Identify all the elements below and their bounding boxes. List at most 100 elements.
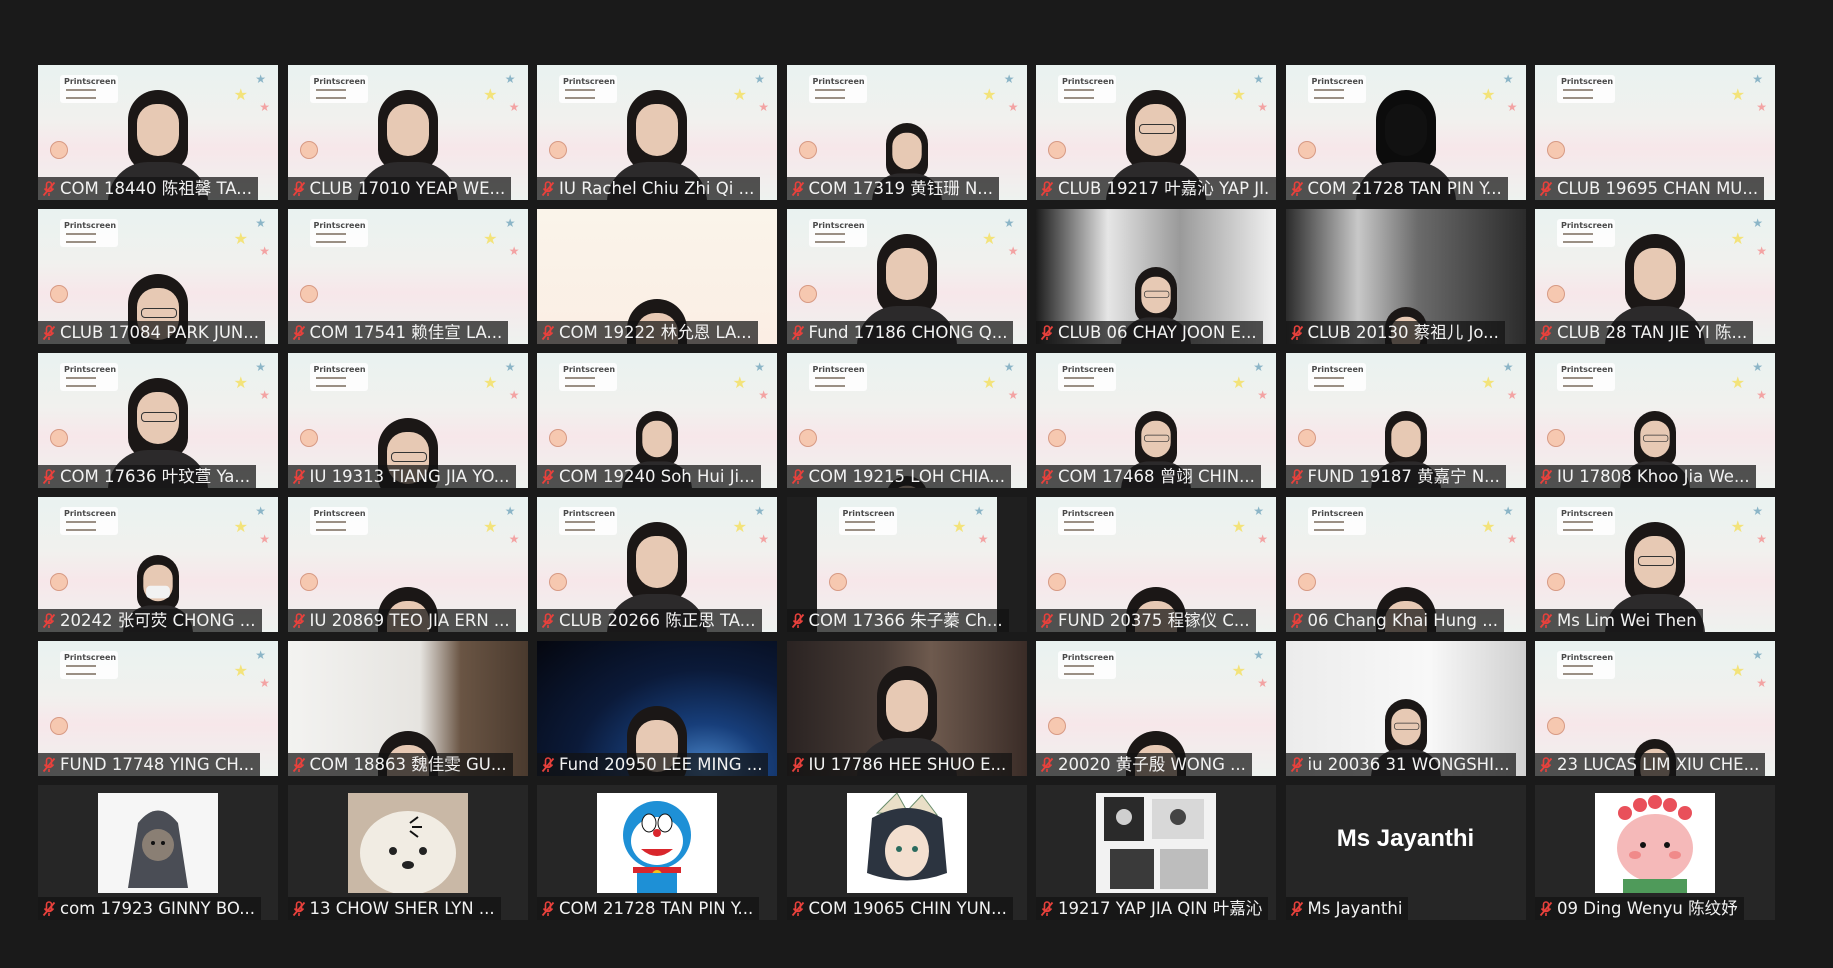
participant-tile[interactable]: Printscreen ★ ★ ★ 20020 黄子殷 WONG ... [1036,641,1276,776]
microphone-muted-icon [1036,465,1058,488]
star-icon: ★ [1752,72,1763,86]
microphone-muted-icon [537,321,559,344]
peach-icon [50,285,68,303]
star-icon: ★ [255,216,266,230]
participant-tile[interactable]: Printscreen ★ ★ ★ CLUB 19695 CHAN MU... [1535,65,1775,200]
participant-tile[interactable]: Printscreen ★ ★ ★ COM 17636 叶玟萱 Ya... [38,353,278,488]
participant-tile[interactable]: Printscreen ★ ★ ★ CLUB 28 TAN JIE YI 陈..… [1535,209,1775,344]
printscreen-logo: Printscreen [1307,507,1366,535]
printscreen-logo: Printscreen [1557,651,1615,679]
star-icon: ★ [1481,85,1496,104]
microphone-muted-icon [787,897,809,920]
participant-tile[interactable]: Printscreen ★ ★ ★ IU 20869 TEO JIA ERN .… [287,497,528,632]
peach-icon [299,141,318,159]
participant-tile[interactable]: Printscreen ★ ★ ★ COM 21728 TAN PIN Y... [1285,65,1526,200]
participant-tile[interactable]: COM 19065 CHIN YUN... [786,785,1027,920]
star-icon: ★ [259,676,270,690]
participant-tile[interactable]: iu 20036 31 WONGSHI... [1285,641,1526,776]
participant-tile[interactable]: Printscreen ★ ★ ★ COM 19240 Soh Hui Ji..… [537,353,777,488]
peach-icon [50,429,68,447]
star-icon: ★ [1730,85,1745,104]
participant-name: com 17923 GINNY BO... [60,899,255,918]
peach-icon [798,429,817,447]
star-icon: ★ [1752,648,1763,662]
participant-tile[interactable]: Printscreen ★ ★ ★ COM 18440 陈祖馨 TA... [38,65,278,200]
participant-tile[interactable]: COM 19222 林允恩 LA... [537,209,777,344]
participant-tile[interactable]: Printscreen ★ ★ ★ COM 19215 LOH CHIA... [786,353,1027,488]
peach-icon [1048,429,1066,447]
star-icon: ★ [1752,360,1763,374]
peach-icon [1547,141,1565,159]
star-icon: ★ [1752,216,1763,230]
participant-name-label: CLUB 20130 蔡祖儿 Jo... [1285,321,1505,344]
participant-name: FUND 17748 YING CH... [60,755,255,774]
participant-tile[interactable]: Printscreen ★ ★ ★ Fund 17186 CHONG Q... [786,209,1027,344]
peach-icon [50,141,68,159]
star-icon: ★ [1003,72,1015,86]
microphone-muted-icon [1036,177,1058,200]
star-icon: ★ [1481,517,1496,536]
participant-tile[interactable]: Ms Jayanthi Ms Jayanthi [1285,785,1526,920]
participant-name-label: Ms Lim Wei Then [1535,609,1703,632]
participant-tile[interactable]: Printscreen ★ ★ ★ IU 17808 Khoo Jia We..… [1535,353,1775,488]
participant-tile[interactable]: Printscreen ★ ★ ★ FUND 19187 黄嘉宁 N... [1285,353,1526,488]
microphone-muted-icon [38,465,60,488]
star-icon: ★ [508,244,520,258]
participant-tile[interactable]: Printscreen ★ ★ ★ COM 17319 黄钰珊 N... [786,65,1027,200]
participant-tile[interactable]: Printscreen ★ ★ ★ CLUB 17084 PARK JUN... [38,209,278,344]
participant-tile[interactable]: CLUB 20130 蔡祖儿 Jo... [1285,209,1526,344]
participant-tile[interactable]: 09 Ding Wenyu 陈纹妤 [1535,785,1775,920]
star-icon: ★ [977,532,989,546]
star-icon: ★ [233,661,248,680]
star-icon: ★ [982,85,997,104]
participant-tile[interactable]: Printscreen ★ ★ ★ 06 Chang Khai Hung ... [1285,497,1526,632]
avatar-initials-text: Ms Jayanthi [1336,825,1475,852]
microphone-muted-icon [288,897,310,920]
participant-tile[interactable]: com 17923 GINNY BO... [38,785,278,920]
star-icon: ★ [1253,72,1264,86]
microphone-muted-icon [537,609,559,632]
participant-name-label: 20020 黄子殷 WONG ... [1036,753,1252,776]
participant-tile[interactable]: Printscreen ★ ★ ★ COM 17366 朱子蓁 Ch... [786,497,1027,632]
participant-name-label: CLUB 19217 叶嘉沁 YAP JI... [1036,177,1276,200]
participant-tile[interactable]: Printscreen ★ ★ ★ Ms Lim Wei Then [1535,497,1775,632]
participant-name-label: IU 19313 TIANG JIA YO... [287,465,516,488]
participant-tile[interactable]: Printscreen ★ ★ ★ CLUB 20266 陈正思 TA... [537,497,777,632]
star-icon: ★ [233,517,248,536]
participant-tile[interactable]: Printscreen ★ ★ ★ 23 LUCAS LIM XIU CHE..… [1535,641,1775,776]
participant-name-label: COM 18863 魏佳雯 GU... [287,753,513,776]
microphone-muted-icon [1535,321,1557,344]
participant-tile[interactable]: COM 21728 TAN PIN Y... [537,785,777,920]
participant-tile[interactable]: COM 18863 魏佳雯 GU... [287,641,528,776]
participant-tile[interactable]: Printscreen ★ ★ ★ CLUB 19217 叶嘉沁 YAP JI.… [1036,65,1276,200]
peach-icon [1297,573,1316,591]
participant-tile[interactable]: Fund 20950 LEE MING ... [537,641,777,776]
star-icon: ★ [1730,229,1745,248]
participant-name-label: IU 20869 TEO JIA ERN ... [287,609,516,632]
participant-name: CLUB 19695 CHAN MU... [1557,179,1759,198]
participant-tile[interactable]: Printscreen ★ ★ ★ COM 17468 曾翊 CHIN... [1036,353,1276,488]
peach-icon [1547,429,1565,447]
printscreen-logo: Printscreen [838,507,897,535]
participant-name: iu 20036 31 WONGSHI... [1307,755,1510,774]
participant-tile[interactable]: CLUB 06 CHAY JOON E... [1036,209,1276,344]
participant-tile[interactable]: IU 17786 HEE SHUO E... [786,641,1027,776]
participant-tile[interactable]: Printscreen ★ ★ ★ COM 17541 赖佳宣 LA... [287,209,528,344]
participant-tile[interactable]: Printscreen ★ ★ ★ 20242 张可荧 CHONG ... [38,497,278,632]
peach-icon [299,285,318,303]
participant-tile[interactable]: Printscreen ★ ★ ★ FUND 20375 程镓仪 C... [1036,497,1276,632]
participant-tile[interactable]: Printscreen ★ ★ ★ IU Rachel Chiu Zhi Qi … [537,65,777,200]
peach-icon [299,573,318,591]
participant-name-label: 20242 张可荧 CHONG ... [38,609,262,632]
participant-tile[interactable]: Printscreen ★ ★ ★ FUND 17748 YING CH... [38,641,278,776]
participant-tile[interactable]: Printscreen ★ ★ ★ IU 19313 TIANG JIA YO.… [287,353,528,488]
participant-tile[interactable]: 13 CHOW SHER LYN ... [287,785,528,920]
star-icon: ★ [1257,388,1268,402]
participant-name: Ms Lim Wei Then [1557,611,1697,630]
participant-tile[interactable]: Printscreen ★ ★ ★ CLUB 17010 YEAP WE... [287,65,528,200]
participant-tile[interactable]: 19217 YAP JIA QIN 叶嘉沁 [1036,785,1276,920]
participant-name-label: IU 17808 Khoo Jia We... [1535,465,1756,488]
star-icon: ★ [1231,373,1246,392]
participant-name: Fund 20950 LEE MING ... [559,755,763,774]
printscreen-logo: Printscreen [309,507,368,535]
